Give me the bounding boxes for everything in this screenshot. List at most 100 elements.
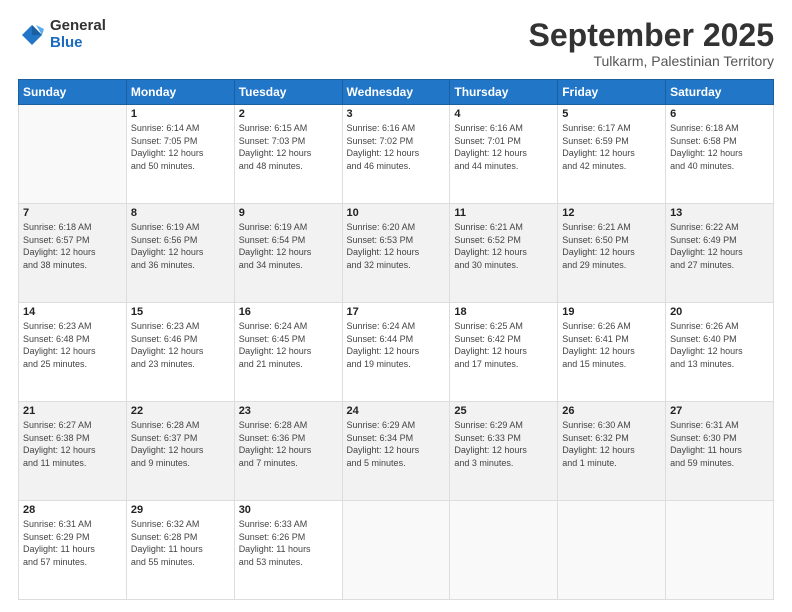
day-number: 30 — [239, 504, 338, 516]
day-info: Sunrise: 6:22 AM Sunset: 6:49 PM Dayligh… — [670, 221, 769, 271]
month-title: September 2025 — [529, 18, 774, 53]
day-info: Sunrise: 6:19 AM Sunset: 6:54 PM Dayligh… — [239, 221, 338, 271]
title-block: September 2025 Tulkarm, Palestinian Terr… — [529, 18, 774, 69]
header-saturday: Saturday — [666, 80, 774, 105]
table-row: 15Sunrise: 6:23 AM Sunset: 6:46 PM Dayli… — [126, 303, 234, 402]
calendar-week-row: 21 Sunrise: 6:27 AM Sunset: 6:38 PM Dayli… — [19, 402, 774, 501]
day-number: 18 — [454, 306, 553, 318]
day-number: 13 — [670, 207, 769, 219]
day-number: 3 — [347, 108, 446, 120]
table-row — [666, 501, 774, 600]
header-wednesday: Wednesday — [342, 80, 450, 105]
day-number: 20 — [670, 306, 769, 318]
day-info: Sunrise: 6:29 AM Sunset: 6:34 PM Dayligh… — [347, 419, 446, 469]
table-row: 17 Sunrise: 6:24 AM Sunset: 6:44 PM Dayli… — [342, 303, 450, 402]
day-number: 11 — [454, 207, 553, 219]
day-info: Sunrise: 6:25 AM Sunset: 6:42 PM Dayligh… — [454, 320, 553, 370]
day-number: 24 — [347, 405, 446, 417]
day-info: Sunrise: 6:20 AM Sunset: 6:53 PM Dayligh… — [347, 221, 446, 271]
day-info: Sunrise: 6:24 AM Sunset: 6:45 PM Dayligh… — [239, 320, 338, 370]
day-number: 1 — [131, 108, 230, 120]
day-info: Sunrise: 6:31 AM Sunset: 6:30 PM Dayligh… — [670, 419, 769, 469]
day-number: 21 — [23, 405, 122, 417]
table-row: 2Sunrise: 6:15 AM Sunset: 7:03 PM Daylig… — [234, 105, 342, 204]
table-row: 30 Sunrise: 6:33 AM Sunset: 6:26 PM Dayli… — [234, 501, 342, 600]
day-number: 4 — [454, 108, 553, 120]
table-row: 6 Sunrise: 6:18 AM Sunset: 6:58 PM Daylig… — [666, 105, 774, 204]
day-number: 17 — [347, 306, 446, 318]
day-info: Sunrise: 6:33 AM Sunset: 6:26 PM Dayligh… — [239, 518, 338, 568]
table-row: 3Sunrise: 6:16 AM Sunset: 7:02 PM Daylig… — [342, 105, 450, 204]
day-info: Sunrise: 6:21 AM Sunset: 6:50 PM Dayligh… — [562, 221, 661, 271]
day-info: Sunrise: 6:19 AM Sunset: 6:56 PM Dayligh… — [131, 221, 230, 271]
day-number: 22 — [131, 405, 230, 417]
day-number: 8 — [131, 207, 230, 219]
day-info: Sunrise: 6:17 AM Sunset: 6:59 PM Dayligh… — [562, 122, 661, 172]
table-row: 22Sunrise: 6:28 AM Sunset: 6:37 PM Dayli… — [126, 402, 234, 501]
day-number: 19 — [562, 306, 661, 318]
day-number: 16 — [239, 306, 338, 318]
table-row: 16 Sunrise: 6:24 AM Sunset: 6:45 PM Dayli… — [234, 303, 342, 402]
table-row: 25 Sunrise: 6:29 AM Sunset: 6:33 PM Dayli… — [450, 402, 558, 501]
calendar-week-row: 1 Sunrise: 6:14 AM Sunset: 7:05 PM Daylig… — [19, 105, 774, 204]
day-number: 28 — [23, 504, 122, 516]
day-number: 23 — [239, 405, 338, 417]
table-row: 26Sunrise: 6:30 AM Sunset: 6:32 PM Dayli… — [558, 402, 666, 501]
day-info: Sunrise: 6:31 AM Sunset: 6:29 PM Dayligh… — [23, 518, 122, 568]
table-row: 8 Sunrise: 6:19 AM Sunset: 6:56 PM Daylig… — [126, 204, 234, 303]
table-row: 12Sunrise: 6:21 AM Sunset: 6:50 PM Dayli… — [558, 204, 666, 303]
header-thursday: Thursday — [450, 80, 558, 105]
table-row: 10 Sunrise: 6:20 AM Sunset: 6:53 PM Dayli… — [342, 204, 450, 303]
day-info: Sunrise: 6:26 AM Sunset: 6:40 PM Dayligh… — [670, 320, 769, 370]
calendar-week-row: 14 Sunrise: 6:23 AM Sunset: 6:48 PM Dayli… — [19, 303, 774, 402]
table-row: 13 Sunrise: 6:22 AM Sunset: 6:49 PM Dayli… — [666, 204, 774, 303]
table-row: 21 Sunrise: 6:27 AM Sunset: 6:38 PM Dayli… — [19, 402, 127, 501]
table-row: 23Sunrise: 6:28 AM Sunset: 6:36 PM Dayli… — [234, 402, 342, 501]
table-row: 5Sunrise: 6:17 AM Sunset: 6:59 PM Daylig… — [558, 105, 666, 204]
location: Tulkarm, Palestinian Territory — [529, 53, 774, 69]
table-row: 27 Sunrise: 6:31 AM Sunset: 6:30 PM Dayli… — [666, 402, 774, 501]
table-row — [558, 501, 666, 600]
header-tuesday: Tuesday — [234, 80, 342, 105]
logo-general-text: General — [50, 18, 106, 35]
day-number: 25 — [454, 405, 553, 417]
table-row: 28 Sunrise: 6:31 AM Sunset: 6:29 PM Dayli… — [19, 501, 127, 600]
logo-blue-text: Blue — [50, 35, 106, 52]
day-info: Sunrise: 6:32 AM Sunset: 6:28 PM Dayligh… — [131, 518, 230, 568]
header-sunday: Sunday — [19, 80, 127, 105]
table-row — [342, 501, 450, 600]
day-info: Sunrise: 6:29 AM Sunset: 6:33 PM Dayligh… — [454, 419, 553, 469]
day-number: 6 — [670, 108, 769, 120]
table-row: 20 Sunrise: 6:26 AM Sunset: 6:40 PM Dayli… — [666, 303, 774, 402]
logo-text: General Blue — [50, 18, 106, 51]
day-number: 27 — [670, 405, 769, 417]
day-info: Sunrise: 6:18 AM Sunset: 6:57 PM Dayligh… — [23, 221, 122, 271]
day-number: 2 — [239, 108, 338, 120]
table-row: 29 Sunrise: 6:32 AM Sunset: 6:28 PM Dayli… — [126, 501, 234, 600]
table-row: 9Sunrise: 6:19 AM Sunset: 6:54 PM Daylig… — [234, 204, 342, 303]
day-info: Sunrise: 6:27 AM Sunset: 6:38 PM Dayligh… — [23, 419, 122, 469]
calendar-week-row: 28 Sunrise: 6:31 AM Sunset: 6:29 PM Dayli… — [19, 501, 774, 600]
day-number: 29 — [131, 504, 230, 516]
table-row: 11 Sunrise: 6:21 AM Sunset: 6:52 PM Dayli… — [450, 204, 558, 303]
day-info: Sunrise: 6:18 AM Sunset: 6:58 PM Dayligh… — [670, 122, 769, 172]
day-number: 14 — [23, 306, 122, 318]
header-monday: Monday — [126, 80, 234, 105]
calendar-table: Sunday Monday Tuesday Wednesday Thursday… — [18, 79, 774, 600]
day-number: 26 — [562, 405, 661, 417]
day-number: 7 — [23, 207, 122, 219]
day-info: Sunrise: 6:23 AM Sunset: 6:48 PM Dayligh… — [23, 320, 122, 370]
day-info: Sunrise: 6:14 AM Sunset: 7:05 PM Dayligh… — [131, 122, 230, 172]
table-row: 7 Sunrise: 6:18 AM Sunset: 6:57 PM Daylig… — [19, 204, 127, 303]
day-info: Sunrise: 6:24 AM Sunset: 6:44 PM Dayligh… — [347, 320, 446, 370]
day-info: Sunrise: 6:23 AM Sunset: 6:46 PM Dayligh… — [131, 320, 230, 370]
table-row: 14 Sunrise: 6:23 AM Sunset: 6:48 PM Dayli… — [19, 303, 127, 402]
logo: General Blue — [18, 18, 106, 51]
day-info: Sunrise: 6:16 AM Sunset: 7:01 PM Dayligh… — [454, 122, 553, 172]
page: General Blue September 2025 Tulkarm, Pal… — [0, 0, 792, 612]
day-info: Sunrise: 6:21 AM Sunset: 6:52 PM Dayligh… — [454, 221, 553, 271]
header-friday: Friday — [558, 80, 666, 105]
day-number: 10 — [347, 207, 446, 219]
day-info: Sunrise: 6:26 AM Sunset: 6:41 PM Dayligh… — [562, 320, 661, 370]
table-row: 18 Sunrise: 6:25 AM Sunset: 6:42 PM Dayli… — [450, 303, 558, 402]
